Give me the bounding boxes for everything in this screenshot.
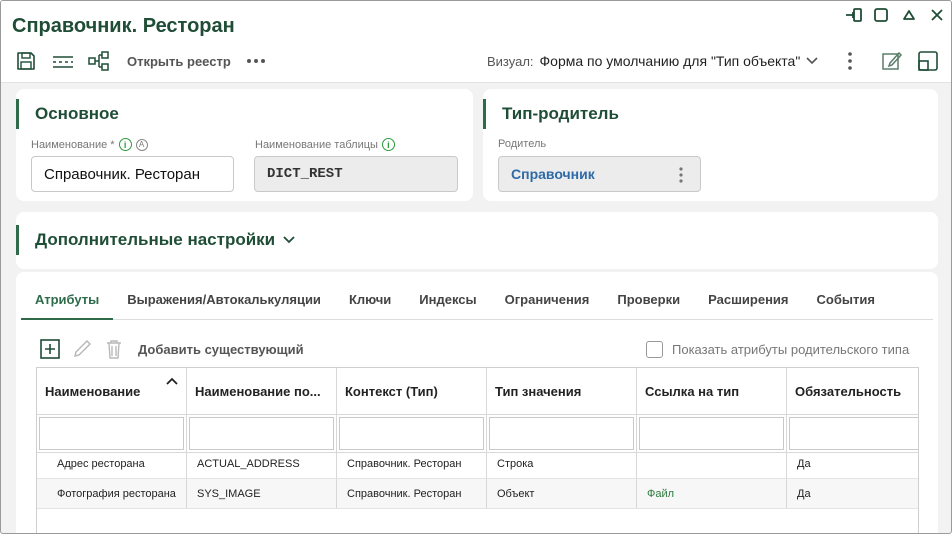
column-header[interactable]: Ссылка на тип [637, 368, 787, 415]
save-button[interactable] [15, 50, 37, 72]
filter-cell [487, 415, 637, 453]
sort-asc-icon[interactable] [166, 377, 178, 385]
parent-link[interactable]: Справочник [511, 166, 595, 182]
filter-cell [787, 415, 918, 453]
table-name-label: Наименование таблицы i [255, 138, 395, 151]
open-registry-button[interactable]: Открыть реестр [127, 50, 231, 72]
column-header[interactable]: Наименование по... [187, 368, 337, 415]
show-parent-checkbox[interactable] [646, 340, 663, 358]
filter-input[interactable] [189, 417, 334, 450]
filter-cell [337, 415, 487, 453]
more-vertical-icon[interactable] [843, 50, 857, 72]
page-title: Справочник. Ресторан [12, 15, 235, 37]
table-cell: Объект [487, 479, 637, 509]
add-existing-button[interactable]: Добавить существующий [138, 338, 304, 360]
tab-extensions[interactable]: Расширения [694, 283, 802, 320]
filter-input[interactable] [339, 417, 484, 450]
tab-attributes[interactable]: Атрибуты [21, 283, 114, 320]
table-cell: Адрес ресторана [37, 449, 187, 479]
main-section-title: Основное [16, 99, 119, 129]
show-parent-label: Показать атрибуты родительского типа [672, 341, 910, 357]
visual-selector[interactable]: Визуал: Форма по умолчанию для "Тип объе… [487, 53, 818, 69]
plus-box-icon [40, 339, 60, 359]
delete-row-button[interactable] [104, 338, 124, 360]
tab-bar: Атрибуты Выражения/Автокалькуляции Ключи… [21, 283, 933, 320]
filter-input[interactable] [639, 417, 784, 450]
detach-icon[interactable] [917, 50, 939, 72]
filter-input[interactable] [489, 417, 634, 450]
hierarchy-icon [88, 51, 109, 71]
table-cell: ACTUAL_ADDRESS [187, 449, 337, 479]
name-input[interactable]: Справочник. Ресторан [31, 156, 234, 192]
info-icon[interactable]: i [381, 138, 395, 151]
pencil-icon [73, 339, 92, 358]
column-header-label: Наименование [45, 383, 141, 399]
save-icon [17, 52, 35, 70]
maximize-icon[interactable] [872, 7, 890, 23]
filter-input[interactable] [39, 417, 184, 450]
tab-constraints[interactable]: Ограничения [491, 283, 604, 320]
trash-icon [107, 340, 121, 359]
extra-settings-title: Дополнительные настройки [35, 230, 276, 249]
add-row-button[interactable] [39, 338, 61, 360]
grid-filter-row [37, 415, 918, 453]
info-icon[interactable]: i [118, 138, 132, 151]
tab-expressions[interactable]: Выражения/Автокалькуляции [113, 283, 335, 320]
parent-card: Тип-родитель Родитель Справочник [483, 89, 938, 201]
table-cell: SYS_IMAGE [187, 479, 337, 509]
collapse-icon[interactable] [900, 7, 918, 23]
header: Справочник. Ресторан Открыть реестр Визу… [1, 1, 951, 83]
show-parent-attributes-toggle[interactable]: Показать атрибуты родительского типа [646, 338, 909, 360]
column-header[interactable]: Тип значения [487, 368, 637, 415]
auto-translate-icon[interactable]: A [135, 138, 148, 151]
table-row[interactable]: Адрес ресторана ACTUAL_ADDRESS Справочни… [37, 449, 918, 479]
edit-form-icon[interactable] [881, 50, 903, 72]
tab-checks[interactable]: Проверки [603, 283, 694, 320]
form-fields-button[interactable] [51, 50, 75, 72]
parent-label: Родитель [498, 138, 547, 150]
name-field-label: Наименование * i A [31, 138, 148, 151]
table-cell: Строка [487, 449, 637, 479]
filter-cell [37, 415, 187, 453]
chevron-down-icon [283, 236, 295, 244]
table-cell: Фотография ресторана [37, 479, 187, 509]
table-cell: Справочник. Ресторан [337, 449, 487, 479]
attributes-grid: Наименование Наименование по... Контекст… [36, 367, 919, 533]
extra-settings-card[interactable]: Дополнительные настройки [16, 212, 938, 269]
name-label-text: Наименование * [31, 138, 115, 151]
chevron-down-icon [806, 57, 818, 65]
structure-button[interactable] [87, 50, 111, 72]
column-header[interactable]: Наименование [37, 368, 187, 415]
visual-value: Форма по умолчанию для "Тип объекта" [539, 53, 801, 69]
close-icon[interactable] [928, 7, 946, 23]
more-vertical-icon[interactable] [678, 166, 684, 184]
type-link[interactable]: Файл [637, 479, 787, 509]
visual-label: Визуал: [487, 53, 534, 69]
grid-header-row: Наименование Наименование по... Контекст… [37, 368, 918, 415]
table-name-field: DICT_REST [254, 156, 458, 192]
extra-settings-header[interactable]: Дополнительные настройки [16, 225, 295, 255]
column-header[interactable]: Обязательность [787, 368, 918, 415]
table-row[interactable]: Фотография ресторана SYS_IMAGE Справочни… [37, 479, 918, 509]
table-cell: Да [787, 479, 918, 509]
more-horizontal-icon[interactable] [245, 50, 267, 72]
table-cell: Да [787, 449, 918, 479]
window: Справочник. Ресторан Открыть реестр Визу… [0, 0, 952, 534]
table-cell: Справочник. Ресторан [337, 479, 487, 509]
filter-cell [187, 415, 337, 453]
tab-indexes[interactable]: Индексы [405, 283, 490, 320]
column-header[interactable]: Контекст (Тип) [337, 368, 487, 415]
edit-row-button[interactable] [71, 338, 93, 360]
fields-icon [53, 56, 73, 68]
filter-input[interactable] [789, 417, 918, 450]
table-label-text: Наименование таблицы [255, 138, 378, 151]
table-cell [637, 449, 787, 479]
pin-icon[interactable] [845, 7, 863, 23]
filter-cell [637, 415, 787, 453]
main-card: Основное Наименование * i A Справочник. … [16, 89, 473, 201]
tab-events[interactable]: События [803, 283, 889, 320]
tab-keys[interactable]: Ключи [335, 283, 405, 320]
parent-section-title: Тип-родитель [483, 99, 619, 129]
parent-field[interactable]: Справочник [498, 156, 701, 192]
